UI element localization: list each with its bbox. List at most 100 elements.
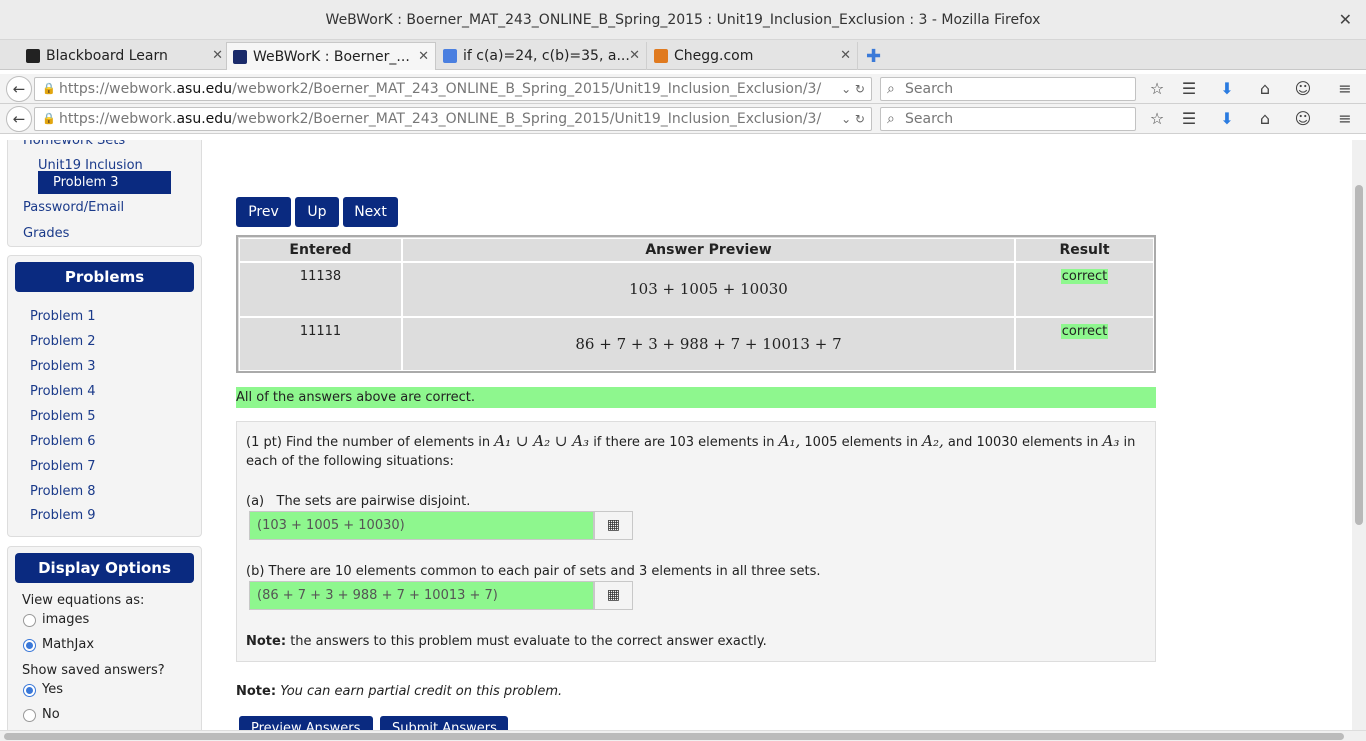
prev-button[interactable]: Prev — [236, 197, 291, 227]
next-button[interactable]: Next — [343, 197, 398, 227]
answer-b-field[interactable]: (86 + 7 + 3 + 988 + 7 + 10013 + 7) — [249, 581, 594, 610]
radio-images[interactable] — [23, 614, 36, 627]
problem-link-5[interactable]: Problem 5 — [30, 409, 96, 424]
search-icon: ⌕ — [887, 81, 895, 97]
tab-close-icon[interactable]: ✕ — [840, 42, 851, 70]
lock-icon: 🔒 — [42, 82, 56, 95]
reload-icon[interactable]: ⌄ ↻ — [841, 78, 865, 100]
header-entered: Entered — [239, 238, 402, 262]
problem-link-7[interactable]: Problem 7 — [30, 459, 96, 474]
radio-images-label: images — [42, 612, 90, 627]
partial-credit-note: Note: You can earn partial credit on thi… — [236, 684, 563, 699]
menu-icon[interactable]: ≡ — [1334, 108, 1356, 130]
row1-result-badge: correct — [1060, 269, 1109, 284]
chegg-icon — [654, 49, 668, 63]
tab-label: Chegg.com — [674, 48, 754, 64]
google-icon — [443, 49, 457, 63]
scroll-thumb[interactable] — [4, 733, 1344, 740]
radio-mathjax-label: MathJax — [42, 637, 95, 652]
row1-result-cell: correct — [1015, 262, 1154, 317]
download-icon[interactable]: ⬇ — [1216, 108, 1238, 130]
vertical-scrollbar[interactable] — [1352, 140, 1366, 730]
radio-no[interactable] — [23, 709, 36, 722]
sidebar-selected-problem[interactable]: Problem 3 — [38, 171, 171, 194]
problem-intro-line2: each of the following situations: — [246, 454, 454, 469]
window-titlebar: WeBWorK : Boerner_MAT_243_ONLINE_B_Sprin… — [0, 0, 1366, 40]
search-input[interactable]: ⌕ Search — [880, 77, 1136, 101]
bookmark-star-icon[interactable]: ☆ — [1146, 78, 1168, 100]
all-correct-banner: All of the answers above are correct. — [236, 387, 1156, 408]
home-icon[interactable]: ⌂ — [1254, 78, 1276, 100]
tab-label: WeBWorK : Boerner_... — [253, 49, 410, 65]
display-options-header: Display Options — [15, 553, 194, 583]
header-answer-preview: Answer Preview — [402, 238, 1015, 262]
reload-icon[interactable]: ⌄ ↻ — [841, 108, 865, 130]
url-bar[interactable]: 🔒 https://webwork.asu.edu/webwork2/Boern… — [34, 107, 872, 131]
bookmark-star-icon[interactable]: ☆ — [1146, 108, 1168, 130]
menu-icon[interactable]: ≡ — [1334, 78, 1356, 100]
problem-link-4[interactable]: Problem 4 — [30, 384, 96, 399]
problem-link-1[interactable]: Problem 1 — [30, 309, 96, 324]
radio-mathjax[interactable] — [23, 639, 36, 652]
tab-chegg[interactable]: Chegg.com ✕ — [648, 42, 858, 70]
problem-link-6[interactable]: Problem 6 — [30, 434, 96, 449]
row2-result-cell: correct — [1015, 317, 1154, 371]
back-arrow-icon[interactable]: ← — [6, 106, 32, 132]
header-result: Result — [1015, 238, 1154, 262]
row2-result-badge: correct — [1060, 324, 1109, 339]
back-arrow-icon[interactable]: ← — [6, 76, 32, 102]
radio-yes[interactable] — [23, 684, 36, 697]
equation-editor-icon[interactable]: ▦ — [594, 511, 633, 540]
lock-icon: 🔒 — [42, 112, 56, 125]
row1-entered: 11138 — [239, 262, 402, 317]
tab-webwork[interactable]: WeBWorK : Boerner_... ✕ — [226, 42, 436, 70]
row1-preview: 103 + 1005 + 10030 — [402, 262, 1015, 317]
math-a3: A₃ — [1102, 432, 1120, 450]
sidebar-password-link[interactable]: Password/Email — [23, 200, 124, 215]
new-tab-icon[interactable]: ✚ — [866, 46, 881, 67]
math-union: A₁ ∪ A₂ ∪ A₃ — [494, 432, 590, 450]
problem-link-2[interactable]: Problem 2 — [30, 334, 96, 349]
nav-bar-duplicate: ← 🔒 https://webwork.asu.edu/webwork2/Boe… — [0, 104, 1366, 134]
view-equations-label: View equations as: — [22, 593, 145, 608]
problem-link-9[interactable]: Problem 9 — [30, 508, 96, 523]
search-input[interactable]: ⌕ Search — [880, 107, 1136, 131]
problem-link-3[interactable]: Problem 3 — [30, 359, 96, 374]
search-icon: ⌕ — [887, 111, 895, 127]
tab-blackboard[interactable]: Blackboard Learn ✕ — [20, 42, 230, 70]
problem-intro: (1 pt) Find the number of elements in A₁… — [246, 432, 1136, 450]
horizontal-scrollbar[interactable] — [0, 730, 1366, 741]
nav-bar: ← 🔒 https://webwork.asu.edu/webwork2/Boe… — [0, 74, 1366, 104]
sidebar: Homework Sets Unit19 Inclusion Problem 3… — [0, 140, 210, 730]
chat-icon[interactable]: ☺ — [1292, 108, 1314, 130]
problem-link-8[interactable]: Problem 8 — [30, 484, 96, 499]
show-saved-label: Show saved answers? — [22, 663, 165, 678]
webwork-icon — [233, 50, 247, 64]
tab-label: if c(a)=24, c(b)=35, a... — [463, 48, 630, 64]
up-button[interactable]: Up — [295, 197, 339, 227]
window-title: WeBWorK : Boerner_MAT_243_ONLINE_B_Sprin… — [325, 12, 1041, 28]
tab-close-icon[interactable]: ✕ — [212, 42, 223, 70]
equation-editor-icon[interactable]: ▦ — [594, 581, 633, 610]
problem-note: Note: the answers to this problem must e… — [246, 634, 767, 649]
tab-google[interactable]: if c(a)=24, c(b)=35, a... ✕ — [437, 42, 647, 70]
download-icon[interactable]: ⬇ — [1216, 78, 1238, 100]
tab-close-icon[interactable]: ✕ — [418, 43, 429, 70]
answer-a-field[interactable]: (103 + 1005 + 10030) — [249, 511, 594, 540]
reading-list-icon[interactable]: ☰ — [1178, 78, 1200, 100]
radio-no-label: No — [42, 707, 60, 722]
scroll-thumb[interactable] — [1355, 185, 1363, 525]
row2-preview: 86 + 7 + 3 + 988 + 7 + 10013 + 7 — [402, 317, 1015, 371]
sidebar-grades-link[interactable]: Grades — [23, 226, 69, 241]
tab-close-icon[interactable]: ✕ — [629, 42, 640, 70]
chat-icon[interactable]: ☺ — [1292, 78, 1314, 100]
home-icon[interactable]: ⌂ — [1254, 108, 1276, 130]
sidebar-homework-sets[interactable]: Homework Sets — [23, 140, 125, 148]
problems-header: Problems — [15, 262, 194, 292]
window-close-icon[interactable]: ✕ — [1339, 0, 1352, 40]
math-a2: A₂, — [922, 432, 944, 450]
radio-yes-label: Yes — [42, 682, 63, 697]
reading-list-icon[interactable]: ☰ — [1178, 108, 1200, 130]
url-bar[interactable]: 🔒 https://webwork.asu.edu/webwork2/Boern… — [34, 77, 872, 101]
tab-strip: Blackboard Learn ✕ WeBWorK : Boerner_...… — [0, 40, 1366, 70]
